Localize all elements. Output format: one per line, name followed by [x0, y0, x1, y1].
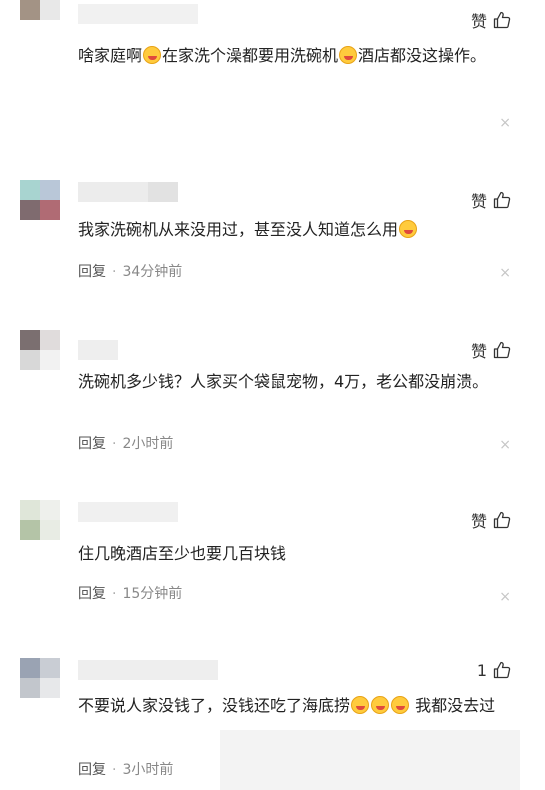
like-count: 1	[476, 660, 487, 680]
thumbs-up-icon	[493, 341, 511, 359]
smile-emoji-icon	[339, 46, 358, 64]
username-blurred[interactable]	[78, 502, 178, 522]
avatar[interactable]	[20, 658, 60, 698]
like-button[interactable]: 赞	[471, 338, 511, 362]
close-icon[interactable]: ×	[499, 438, 511, 452]
like-button[interactable]: 赞	[471, 188, 511, 212]
timestamp: 3小时前	[122, 762, 174, 778]
comment-meta: 回复 · 34分钟前	[78, 262, 182, 282]
thumbs-up-icon	[493, 511, 511, 529]
reply-button[interactable]: 回复	[78, 586, 106, 602]
comment-3: 赞 洗碗机多少钱？人家买个袋鼠宠物，4万，老公都没崩溃。 回复 · 2小时前 ×	[0, 330, 545, 470]
separator-dot: ·	[112, 436, 117, 452]
laughing-emoji-icon	[391, 696, 410, 714]
avatar[interactable]	[20, 180, 60, 220]
thumbs-up-icon	[493, 661, 511, 679]
comment-meta: 回复 · 2小时前	[78, 434, 173, 454]
like-label: 赞	[470, 512, 487, 531]
close-icon[interactable]: ×	[499, 116, 511, 130]
username-blurred[interactable]	[78, 182, 178, 202]
comment-1: 赞 啥家庭啊 在家洗个澡都要用洗碗机 酒店都没这操作。 ×	[0, 0, 545, 150]
comment-2: 赞 我家洗碗机从来没用过，甚至没人知道怎么用 回复 · 34分钟前 ×	[0, 180, 545, 300]
separator-dot: ·	[112, 264, 117, 280]
comment-text: 啥家庭啊 在家洗个澡都要用洗碗机 酒店都没这操作。	[78, 46, 487, 65]
laughing-emoji-icon	[143, 46, 162, 64]
like-button[interactable]: 赞	[471, 508, 511, 532]
comment-meta: 回复 · 3小时前	[78, 760, 173, 780]
thumbs-up-icon	[493, 11, 511, 29]
timestamp: 34分钟前	[122, 264, 183, 280]
username-blurred[interactable]	[78, 660, 218, 680]
comment-text: 住几晚酒店至少也要几百块钱	[78, 544, 287, 563]
like-label: 赞	[470, 12, 487, 31]
like-label: 赞	[470, 192, 487, 211]
username-blurred[interactable]	[78, 340, 118, 360]
laughing-emoji-icon	[371, 696, 390, 714]
comment-text: 洗碗机多少钱？人家买个袋鼠宠物，4万，老公都没崩溃。	[78, 372, 489, 391]
reply-button[interactable]: 回复	[78, 264, 106, 280]
separator-dot: ·	[112, 586, 117, 602]
laughing-emoji-icon	[351, 696, 370, 714]
comment-4: 赞 住几晚酒店至少也要几百块钱 回复 · 15分钟前 ×	[0, 500, 545, 620]
username-blurred[interactable]	[78, 4, 198, 24]
comment-5: 1 不要说人家没钱了，没钱还吃了海底捞 我都没去过 回复 · 3小时前	[0, 652, 545, 790]
like-label: 赞	[470, 342, 487, 361]
avatar[interactable]	[20, 500, 60, 540]
avatar[interactable]	[20, 330, 60, 370]
reply-button[interactable]: 回复	[78, 762, 106, 778]
laughing-emoji-icon	[399, 220, 418, 238]
blurred-overlay	[220, 730, 520, 790]
thumbs-up-icon	[493, 191, 511, 209]
avatar[interactable]	[20, 0, 60, 28]
comment-meta: 回复 · 15分钟前	[78, 584, 182, 604]
like-button[interactable]: 赞	[471, 8, 511, 32]
separator-dot: ·	[112, 762, 117, 778]
like-button[interactable]: 1	[477, 658, 511, 682]
timestamp: 15分钟前	[122, 586, 183, 602]
comment-text: 不要说人家没钱了，没钱还吃了海底捞 我都没去过	[78, 696, 496, 715]
reply-button[interactable]: 回复	[78, 436, 106, 452]
close-icon[interactable]: ×	[499, 590, 511, 604]
comment-text: 我家洗碗机从来没用过，甚至没人知道怎么用	[78, 216, 508, 244]
close-icon[interactable]: ×	[499, 266, 511, 280]
timestamp: 2小时前	[122, 436, 174, 452]
